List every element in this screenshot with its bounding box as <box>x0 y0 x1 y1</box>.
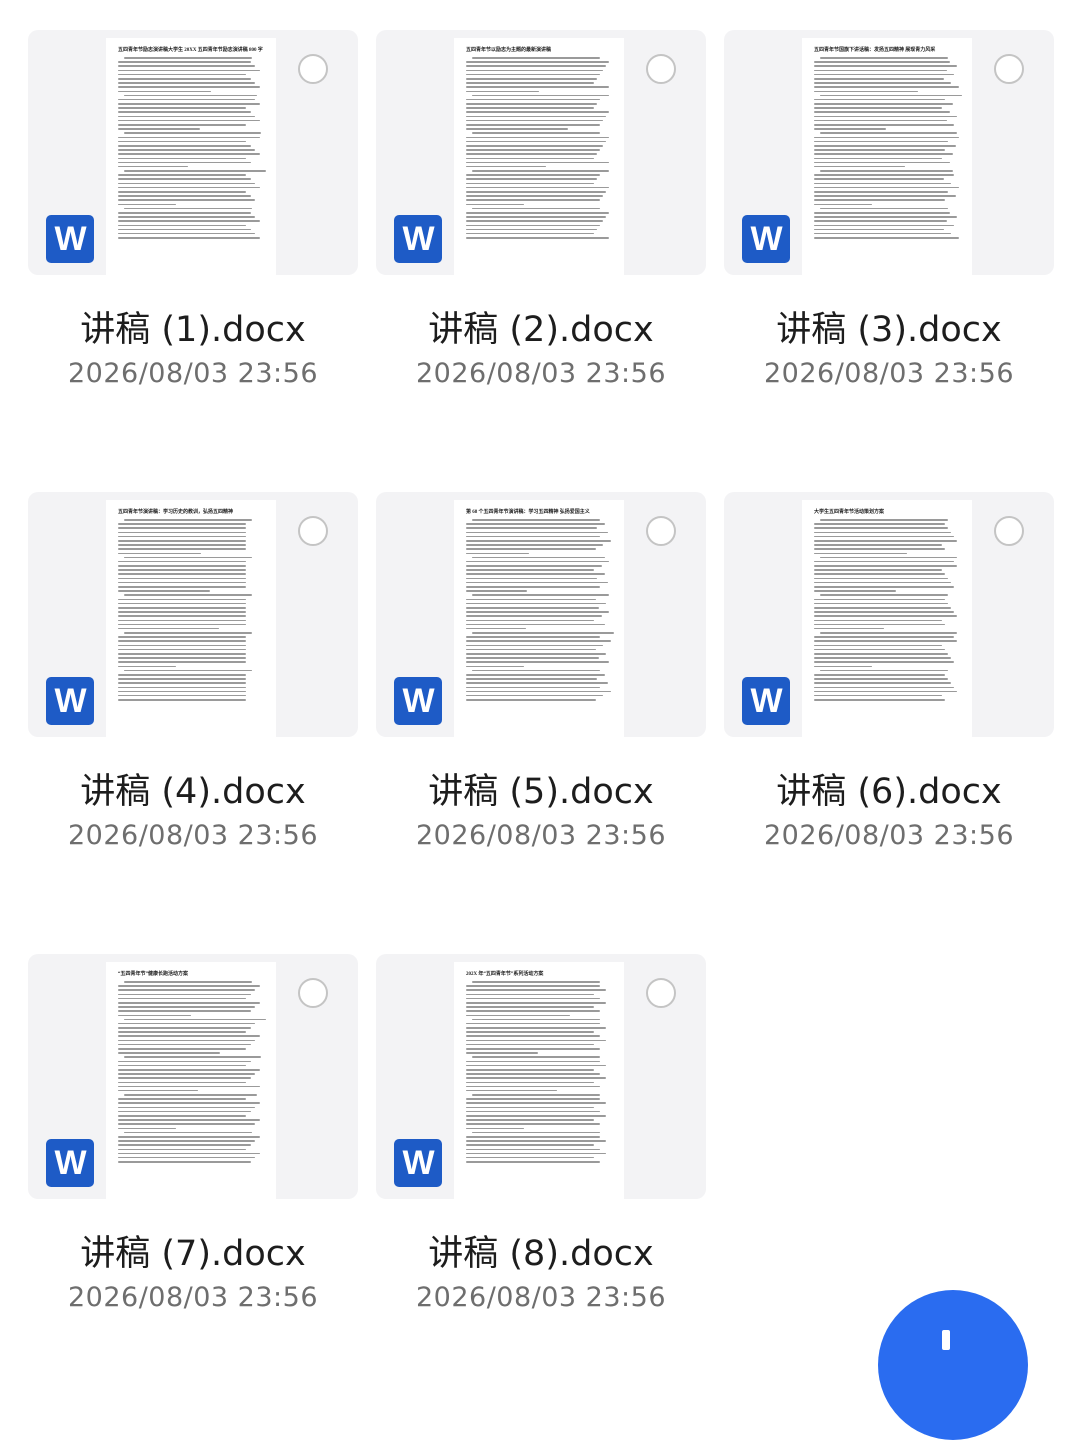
document-preview: 五四青年节国旗下讲话稿：发扬五四精神 展现青力风采 <box>802 38 972 275</box>
document-preview: 202X 年“五四青年节”系列活动方案 <box>454 962 624 1199</box>
file-card[interactable]: 五四青年节演讲稿：学习历史的教训，弘扬五四精神 W 讲稿 (4).docx 2026/… <box>28 492 358 912</box>
file-date: 2026/08/03 23:56 <box>763 358 1014 389</box>
file-thumbnail[interactable]: 五四青年节国旗下讲话稿：发扬五四精神 展现青力风采 W <box>724 30 1054 275</box>
preview-title: 五四青年节演讲稿：学习历史的教训，弘扬五四精神 <box>118 510 234 515</box>
file-date: 2026/08/03 23:56 <box>415 820 666 851</box>
file-grid: 五四青年节励志演讲稿大学生 20XX 五四青年节励志演讲稿 800 字 W 讲稿 (… <box>0 0 1080 1346</box>
file-date: 2026/08/03 23:56 <box>415 358 666 389</box>
file-card[interactable]: 五四青年节国旗下讲话稿：发扬五四精神 展现青力风采 W 讲稿 (3).docx 202… <box>724 30 1054 450</box>
select-checkbox[interactable] <box>646 54 676 84</box>
preview-title: 五四青年节以励志为主题的最新演讲稿 <box>466 48 552 53</box>
document-preview: 大学生五四青年节活动策划方案 <box>802 500 972 737</box>
preview-title: 五四青年节国旗下讲话稿：发扬五四精神 展现青力风采 <box>814 48 936 53</box>
file-thumbnail[interactable]: 大学生五四青年节活动策划方案 W <box>724 492 1054 737</box>
word-icon: W <box>46 677 94 725</box>
select-checkbox[interactable] <box>646 516 676 546</box>
file-card[interactable]: 五四青年节励志演讲稿大学生 20XX 五四青年节励志演讲稿 800 字 W 讲稿 (… <box>28 30 358 450</box>
word-icon: W <box>742 677 790 725</box>
preview-title: 大学生五四青年节活动策划方案 <box>814 510 885 515</box>
plus-icon <box>942 1330 950 1350</box>
word-icon: W <box>394 677 442 725</box>
document-preview: 五四青年节演讲稿：学习历史的教训，弘扬五四精神 <box>106 500 276 737</box>
file-name[interactable]: 讲稿 (4).docx <box>28 770 358 814</box>
file-card[interactable]: 202X 年“五四青年节”系列活动方案 W 讲稿 (8).docx 2026/08/0… <box>376 954 706 1374</box>
select-checkbox[interactable] <box>298 54 328 84</box>
file-date: 2026/08/03 23:56 <box>763 820 1014 851</box>
add-button[interactable] <box>878 1290 1028 1440</box>
word-icon: W <box>46 215 94 263</box>
file-name[interactable]: 讲稿 (6).docx <box>724 770 1054 814</box>
preview-text-lines <box>118 981 266 1163</box>
word-icon: W <box>46 1139 94 1187</box>
file-name[interactable]: 讲稿 (2).docx <box>376 308 706 352</box>
word-icon: W <box>394 1139 442 1187</box>
file-card[interactable]: 第 68 个五四青年节演讲稿：学习五四精神 弘扬爱国主义 W 讲稿 (5).docx… <box>376 492 706 912</box>
document-preview: “五四青年节”健康长跑活动方案 <box>106 962 276 1199</box>
preview-text-lines <box>814 57 962 239</box>
preview-text-lines <box>118 519 264 701</box>
document-preview: 五四青年节励志演讲稿大学生 20XX 五四青年节励志演讲稿 800 字 <box>106 38 276 275</box>
file-thumbnail[interactable]: “五四青年节”健康长跑活动方案 W <box>28 954 358 1199</box>
file-thumbnail[interactable]: 第 68 个五四青年节演讲稿：学习五四精神 弘扬爱国主义 W <box>376 492 706 737</box>
preview-text-lines <box>118 57 266 239</box>
select-checkbox[interactable] <box>646 978 676 1008</box>
file-date: 2026/08/03 23:56 <box>415 1282 666 1313</box>
document-preview: 五四青年节以励志为主题的最新演讲稿 <box>454 38 624 275</box>
file-date: 2026/08/03 23:56 <box>67 358 318 389</box>
file-card[interactable]: 大学生五四青年节活动策划方案 W 讲稿 (6).docx 2026/08/03 23:… <box>724 492 1054 912</box>
file-card[interactable]: 五四青年节以励志为主题的最新演讲稿 W 讲稿 (2).docx 2026/08/03 … <box>376 30 706 450</box>
file-date: 2026/08/03 23:56 <box>67 1282 318 1313</box>
file-thumbnail[interactable]: 五四青年节演讲稿：学习历史的教训，弘扬五四精神 W <box>28 492 358 737</box>
file-name[interactable]: 讲稿 (3).docx <box>724 308 1054 352</box>
preview-text-lines <box>466 519 614 701</box>
file-name[interactable]: 讲稿 (7).docx <box>28 1232 358 1276</box>
file-thumbnail[interactable]: 202X 年“五四青年节”系列活动方案 W <box>376 954 706 1199</box>
preview-title: 五四青年节励志演讲稿大学生 20XX 五四青年节励志演讲稿 800 字 <box>118 48 263 53</box>
select-checkbox[interactable] <box>298 516 328 546</box>
preview-title: 202X 年“五四青年节”系列活动方案 <box>466 972 544 977</box>
preview-title: 第 68 个五四青年节演讲稿：学习五四精神 弘扬爱国主义 <box>466 510 590 515</box>
preview-text-lines <box>466 981 612 1163</box>
file-thumbnail[interactable]: 五四青年节励志演讲稿大学生 20XX 五四青年节励志演讲稿 800 字 W <box>28 30 358 275</box>
select-checkbox[interactable] <box>994 54 1024 84</box>
file-date: 2026/08/03 23:56 <box>67 820 318 851</box>
preview-text-lines <box>814 519 960 701</box>
select-checkbox[interactable] <box>994 516 1024 546</box>
file-name[interactable]: 讲稿 (8).docx <box>376 1232 706 1276</box>
preview-text-lines <box>466 57 612 239</box>
select-checkbox[interactable] <box>298 978 328 1008</box>
preview-title: “五四青年节”健康长跑活动方案 <box>118 972 189 977</box>
file-name[interactable]: 讲稿 (5).docx <box>376 770 706 814</box>
word-icon: W <box>394 215 442 263</box>
file-name[interactable]: 讲稿 (1).docx <box>28 308 358 352</box>
file-thumbnail[interactable]: 五四青年节以励志为主题的最新演讲稿 W <box>376 30 706 275</box>
document-preview: 第 68 个五四青年节演讲稿：学习五四精神 弘扬爱国主义 <box>454 500 624 737</box>
file-card[interactable]: “五四青年节”健康长跑活动方案 W 讲稿 (7).docx 2026/08/03 23… <box>28 954 358 1374</box>
word-icon: W <box>742 215 790 263</box>
